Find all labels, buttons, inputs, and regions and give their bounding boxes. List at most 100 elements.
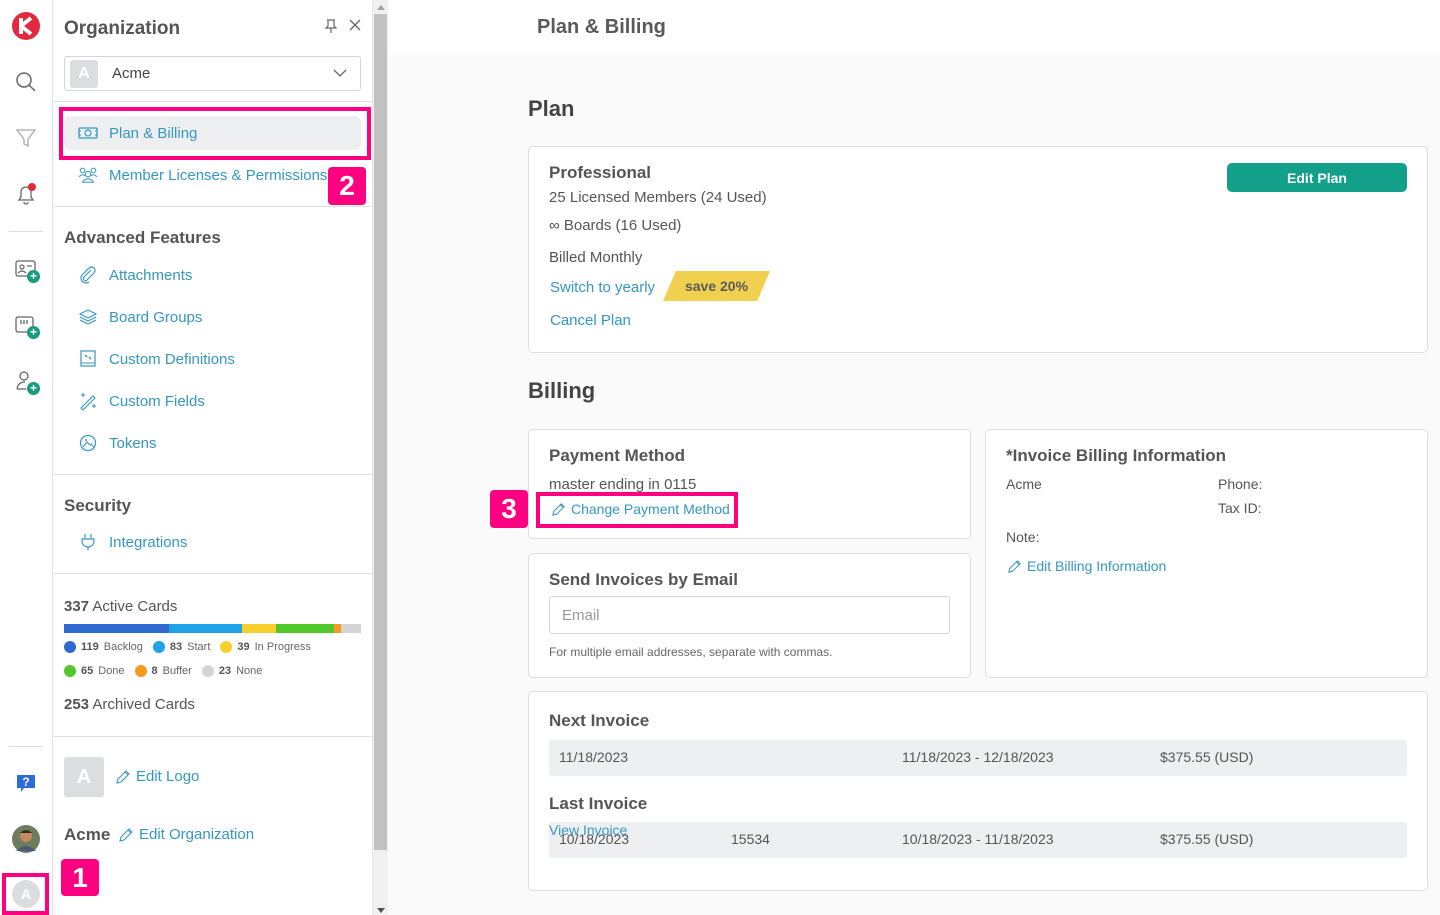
nav-item-integrations[interactable]: Integrations [64,525,361,559]
organization-select[interactable]: A Acme [64,56,361,91]
advanced-features-title: Advanced Features [64,228,221,247]
nav-item-board-groups[interactable]: Board Groups [64,300,361,334]
plug-icon [78,532,98,552]
panel-title: Organization [64,18,181,39]
invoice-period: 11/18/2023 - 12/18/2023 [902,749,1054,765]
card-status-legend: 65 Done 8 Buffer 23 None [64,665,272,677]
filter-icon[interactable] [11,123,41,153]
nav-label: Integrations [109,533,188,551]
tax-id-label: Tax ID: [1218,500,1262,516]
pencil-icon [1008,559,1021,573]
edit-logo-link[interactable]: Edit Logo [115,768,199,785]
archived-cards-label: Archived Cards [92,696,195,713]
nav-item-custom-fields[interactable]: Custom Fields [64,384,361,418]
page-title: Plan & Billing [537,16,666,38]
edit-organization-link[interactable]: Edit Organization [118,826,254,843]
book-icon [78,349,98,369]
users-icon [78,165,98,185]
scroll-down-arrow[interactable] [377,908,385,913]
payment-card-info: master ending in 0115 [549,476,697,493]
scroll-up-arrow[interactable] [377,5,385,10]
user-avatar[interactable] [11,824,41,854]
switch-to-yearly-link[interactable]: Switch to yearly [550,279,655,296]
last-invoice-title: Last Invoice [549,794,648,813]
divider [54,573,372,574]
invoice-amount: $375.55 (USD) [1160,831,1254,847]
annotation-highlight-3 [536,492,738,528]
divider [54,736,372,737]
plan-section-title: Plan [528,96,575,121]
invoice-amount: $375.55 (USD) [1160,749,1254,765]
annotation-highlight-2 [59,107,371,160]
rail-divider [9,746,43,747]
card-status-legend: 119 Backlog 83 Start 39 In Progress [64,641,321,653]
note-label: Note: [1006,529,1040,545]
notification-bell-icon[interactable] [11,179,41,209]
send-invoices-title: Send Invoices by Email [549,570,738,589]
search-icon[interactable] [11,67,41,97]
magic-wand-icon [78,391,98,411]
help-icon[interactable]: ? [11,768,41,798]
legend-dot [152,641,165,653]
paperclip-icon [78,265,98,285]
nav-label: Custom Fields [109,392,205,410]
email-help-text: For multiple email addresses, separate w… [549,645,833,659]
add-card-icon[interactable]: + [11,254,41,284]
invoice-billing-info-card: *Invoice Billing Information Acme Phone:… [985,429,1428,678]
page-header: Plan & Billing [389,0,1440,55]
edit-billing-information-link[interactable]: Edit Billing Information [1007,558,1166,574]
scroll-thumb[interactable] [374,14,387,850]
nav-item-attachments[interactable]: Attachments [64,258,361,292]
legend-item-backlog: 119 Backlog [64,641,143,653]
legend-item-done: 65 Done [64,665,125,677]
billing-section-title: Billing [528,378,596,403]
divider [54,474,372,475]
legend-dot [134,665,147,677]
annotation-badge-2: 2 [328,167,366,205]
pin-icon[interactable] [324,18,338,37]
status-bar-segment-backlog [64,624,169,633]
invoice-date: 11/18/2023 [559,749,629,765]
add-board-icon[interactable]: + [11,310,41,340]
layers-icon [78,307,98,327]
nav-item-custom-definitions[interactable]: Custom Definitions [64,342,361,376]
invoice-number: 15534 [731,831,770,847]
pencil-icon [119,827,133,842]
invoice-billing-title: *Invoice Billing Information [1006,446,1227,465]
last-invoice-row: 10/18/2023 15534 10/18/2023 - 11/18/2023… [549,822,1407,858]
status-bar-segment-in-progress [242,624,277,633]
legend-item-in-progress: 39 In Progress [220,641,311,653]
archived-cards-summary: 253 Archived Cards [64,696,195,713]
active-cards-count: 337 [64,598,90,615]
legend-label: Buffer [162,665,192,677]
nav-item-member-licenses[interactable]: Member Licenses & Permissions [64,158,361,192]
billing-company: Acme [1006,476,1042,492]
edit-plan-button[interactable]: Edit Plan [1227,163,1407,192]
legend-label: In Progress [254,641,311,653]
add-user-icon[interactable]: + [11,366,41,396]
legend-dot [64,641,76,653]
edit-billing-information-label: Edit Billing Information [1027,558,1167,574]
plan-name: Professional [549,163,652,182]
legend-dot [220,641,233,653]
annotation-highlight-1 [2,873,49,915]
kanban-logo-icon[interactable] [11,11,41,41]
status-bar-segment-start [168,624,243,633]
divider [54,101,372,102]
legend-label: Start [187,641,211,653]
next-invoice-row: 11/18/2023 11/18/2023 - 12/18/2023 $375.… [549,740,1407,776]
close-icon[interactable] [348,18,362,37]
nav-label: Tokens [109,434,157,452]
cancel-plan-link[interactable]: Cancel Plan [550,312,631,329]
org-select-avatar: A [70,59,98,88]
rail-divider [9,231,43,232]
invoice-email-input[interactable] [549,596,950,634]
plan-billing-cycle: Billed Monthly [549,249,643,266]
send-invoices-card: Send Invoices by Email For multiple emai… [528,553,971,678]
panel-scrollbar[interactable] [372,0,388,915]
edit-organization-label: Edit Organization [139,826,255,843]
invoice-date: 10/18/2023 [559,831,630,847]
nav-item-tokens[interactable]: Tokens [64,426,361,460]
archived-cards-count: 253 [64,696,90,713]
legend-count: 39 [237,641,250,653]
